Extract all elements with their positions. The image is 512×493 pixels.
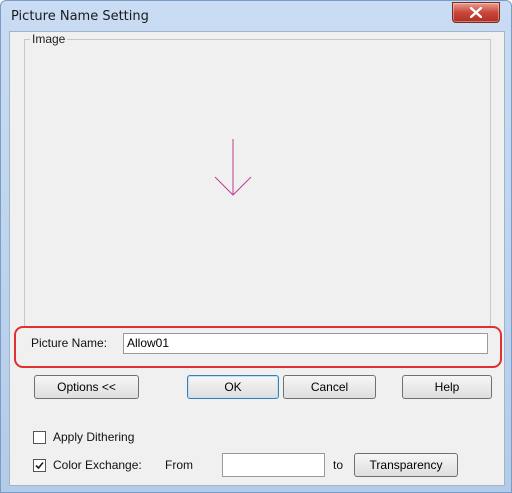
picture-name-input[interactable]: Allow01 [123,333,488,354]
from-color-input[interactable] [222,453,325,477]
help-button[interactable]: Help [402,375,492,399]
transparency-button[interactable]: Transparency [354,453,458,477]
to-label: to [333,458,344,472]
dialog-client-area: Image Picture Name: Allow01 Options << O… [9,31,505,486]
from-label: From [165,458,193,472]
cancel-button[interactable]: Cancel [283,375,376,399]
title-bar[interactable]: Picture Name Setting [1,1,511,31]
color-exchange-checkbox[interactable] [33,459,46,472]
image-groupbox: Image [24,32,491,327]
apply-dithering-checkbox[interactable] [33,431,46,444]
down-arrow-icon [214,139,252,196]
ok-button[interactable]: OK [187,375,279,399]
dialog-window: Picture Name Setting Image Picture Name:… [0,0,512,493]
picture-name-label: Picture Name: [31,336,108,350]
apply-dithering-label: Apply Dithering [53,430,135,444]
window-title: Picture Name Setting [11,9,149,24]
close-icon [470,7,482,18]
checkmark-icon [35,461,44,470]
close-button[interactable] [452,2,500,23]
options-button[interactable]: Options << [34,375,139,399]
color-exchange-label: Color Exchange: [53,458,142,472]
